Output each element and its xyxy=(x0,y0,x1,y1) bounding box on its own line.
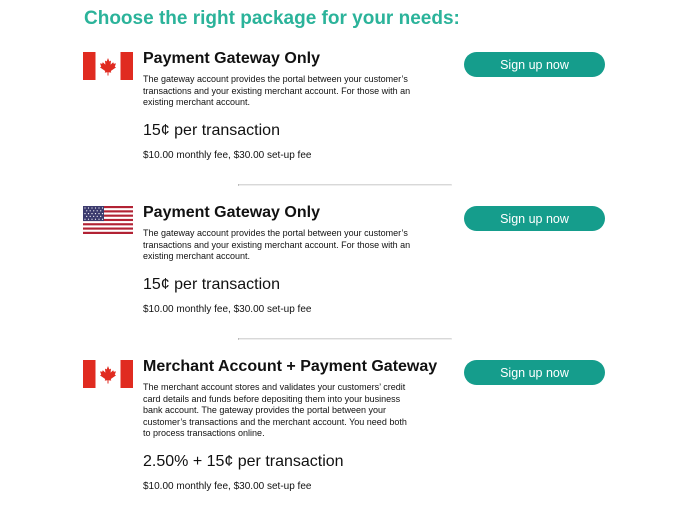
package-price: 15¢ per transaction xyxy=(143,122,280,139)
package-title: Merchant Account + Payment Gateway xyxy=(143,358,438,375)
package-fees: $10.00 monthly fee, $30.00 set-up fee xyxy=(143,481,312,492)
package-title: Payment Gateway Only xyxy=(143,50,320,67)
divider xyxy=(238,184,452,186)
usa-flag-icon xyxy=(83,206,133,234)
package-price: 15¢ per transaction xyxy=(143,276,280,293)
canada-flag-icon xyxy=(83,52,133,80)
sign-up-button[interactable]: Sign up now xyxy=(464,52,605,77)
package-fees: $10.00 monthly fee, $30.00 set-up fee xyxy=(143,304,312,315)
canada-flag-icon xyxy=(83,360,133,388)
package-description: The gateway account provides the portal … xyxy=(143,74,411,108)
package-description: The gateway account provides the portal … xyxy=(143,228,411,262)
package-fees: $10.00 monthly fee, $30.00 set-up fee xyxy=(143,150,312,161)
package-title: Payment Gateway Only xyxy=(143,204,320,221)
divider xyxy=(238,338,452,340)
package-price: 2.50% + 15¢ per transaction xyxy=(143,453,344,470)
page-heading: Choose the right package for your needs: xyxy=(84,8,460,29)
sign-up-button[interactable]: Sign up now xyxy=(464,360,605,385)
sign-up-button[interactable]: Sign up now xyxy=(464,206,605,231)
package-description: The merchant account stores and validate… xyxy=(143,382,407,439)
